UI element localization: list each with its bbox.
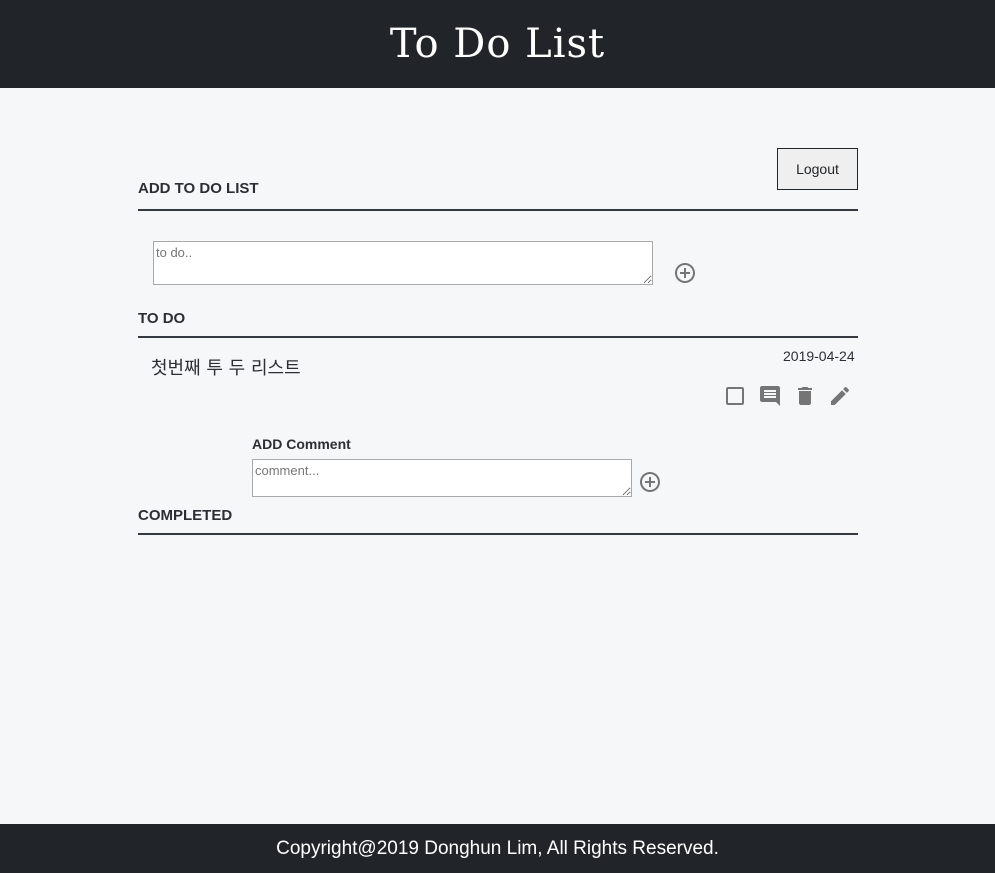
checkbox-icon xyxy=(726,387,744,405)
todo-section-title: TO DO xyxy=(138,310,186,327)
add-todo-section-title: ADD TO DO LIST xyxy=(138,180,259,197)
copyright-text: Copyright@2019 Donghun Lim, All Rights R… xyxy=(276,837,719,859)
completed-section-title: COMPLETED xyxy=(138,507,233,524)
page-header: To Do List xyxy=(0,0,995,88)
delete-button[interactable] xyxy=(793,384,817,408)
edit-button[interactable] xyxy=(828,384,852,408)
completed-divider xyxy=(138,533,858,535)
page-footer: Copyright@2019 Donghun Lim, All Rights R… xyxy=(0,824,995,873)
comment-input[interactable] xyxy=(252,459,632,497)
add-todo-divider xyxy=(138,209,858,211)
add-circle-icon xyxy=(640,472,660,492)
todo-item-date: 2019-04-24 xyxy=(783,348,855,364)
add-circle-icon xyxy=(675,263,695,283)
todo-input[interactable] xyxy=(153,241,653,285)
comment-button[interactable] xyxy=(758,384,782,408)
edit-icon xyxy=(831,386,850,405)
add-comment-button[interactable] xyxy=(638,470,662,494)
todo-divider xyxy=(138,336,858,338)
page-title: To Do List xyxy=(389,21,606,67)
todo-item-text: 첫번째 투 두 리스트 xyxy=(151,358,301,379)
complete-checkbox[interactable] xyxy=(723,384,747,408)
delete-icon xyxy=(798,387,812,405)
add-todo-button[interactable] xyxy=(673,261,697,285)
comment-icon xyxy=(760,386,780,406)
logout-button[interactable]: Logout xyxy=(777,148,858,190)
add-comment-label: ADD Comment xyxy=(252,436,351,452)
